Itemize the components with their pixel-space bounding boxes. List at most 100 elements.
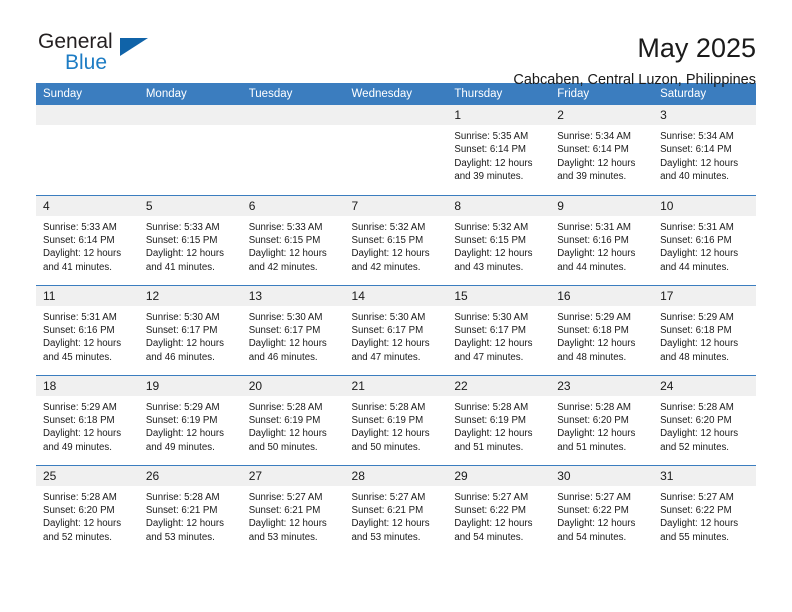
sunset-text: Sunset: 6:22 PM bbox=[660, 504, 732, 516]
day-details: Sunrise: 5:31 AM Sunset: 6:16 PM Daylight:… bbox=[653, 216, 756, 275]
daylight-text-line2: and 51 minutes. bbox=[454, 441, 524, 453]
weekday-header-sunday: Sunday bbox=[36, 83, 139, 105]
calendar-day-cell[interactable]: 4 Sunrise: 5:33 AM Sunset: 6:14 PM Daylight… bbox=[36, 194, 139, 285]
sunrise-text: Sunrise: 5:30 AM bbox=[248, 311, 323, 323]
daylight-text-line2: and 48 minutes. bbox=[660, 351, 729, 363]
daylight-text-line2: and 48 minutes. bbox=[557, 351, 627, 363]
calendar-day-cell[interactable]: 25 Sunrise: 5:28 AM Sunset: 6:20 PM Dayligh… bbox=[36, 464, 139, 555]
sunset-text: Sunset: 6:20 PM bbox=[43, 504, 115, 516]
day-number: 19 bbox=[138, 375, 242, 396]
calendar-day-cell[interactable]: 17 Sunrise: 5:29 AM Sunset: 6:18 PM Dayligh… bbox=[653, 284, 756, 375]
calendar-day-cell[interactable]: 27 Sunrise: 5:27 AM Sunset: 6:21 PM Dayligh… bbox=[241, 464, 345, 555]
calendar-day-cell[interactable]: 21 Sunrise: 5:28 AM Sunset: 6:19 PM Dayligh… bbox=[344, 374, 448, 465]
sunrise-text: Sunrise: 5:27 AM bbox=[351, 491, 426, 503]
calendar-day-cell[interactable]: 31 Sunrise: 5:27 AM Sunset: 6:22 PM Dayligh… bbox=[653, 464, 756, 555]
calendar-day-cell[interactable]: 5 Sunrise: 5:33 AM Sunset: 6:15 PM Daylight… bbox=[138, 194, 242, 285]
daylight-text-line1: Daylight: 12 hours bbox=[660, 248, 739, 260]
calendar-day-cell-empty bbox=[241, 105, 345, 195]
daylight-text-line1: Daylight: 12 hours bbox=[43, 428, 122, 440]
daylight-text-line1: Daylight: 12 hours bbox=[351, 338, 430, 350]
day-details: Sunrise: 5:32 AM Sunset: 6:15 PM Daylight:… bbox=[345, 216, 448, 275]
sunrise-text: Sunrise: 5:27 AM bbox=[557, 491, 631, 503]
day-number: 25 bbox=[36, 465, 139, 486]
day-details: Sunrise: 5:30 AM Sunset: 6:17 PM Daylight:… bbox=[345, 306, 448, 365]
sunset-text: Sunset: 6:20 PM bbox=[557, 414, 629, 426]
day-number: 1 bbox=[447, 105, 551, 125]
calendar-day-cell[interactable]: 28 Sunrise: 5:27 AM Sunset: 6:21 PM Dayligh… bbox=[344, 464, 448, 555]
daylight-text-line1: Daylight: 12 hours bbox=[145, 338, 224, 350]
daylight-text-line2: and 53 minutes. bbox=[248, 531, 318, 543]
weekday-header-wednesday: Wednesday bbox=[344, 83, 448, 105]
sunrise-text: Sunrise: 5:31 AM bbox=[557, 221, 631, 233]
day-details: Sunrise: 5:28 AM Sunset: 6:21 PM Daylight:… bbox=[139, 486, 242, 545]
sunset-text: Sunset: 6:16 PM bbox=[557, 234, 629, 246]
calendar-week-row: 1 Sunrise: 5:35 AM Sunset: 6:14 PM Daylight… bbox=[36, 105, 756, 195]
calendar-day-cell[interactable]: 2 Sunrise: 5:34 AM Sunset: 6:14 PM Daylight… bbox=[550, 105, 654, 195]
day-details: Sunrise: 5:30 AM Sunset: 6:17 PM Daylight:… bbox=[139, 306, 242, 365]
calendar-day-cell[interactable]: 14 Sunrise: 5:30 AM Sunset: 6:17 PM Dayligh… bbox=[344, 284, 448, 375]
calendar-day-cell[interactable]: 6 Sunrise: 5:33 AM Sunset: 6:15 PM Daylight… bbox=[241, 194, 345, 285]
daylight-text-line2: and 54 minutes. bbox=[454, 531, 524, 543]
calendar-day-cell[interactable]: 12 Sunrise: 5:30 AM Sunset: 6:17 PM Dayligh… bbox=[138, 284, 242, 375]
day-number: 10 bbox=[653, 195, 756, 216]
sunrise-text: Sunrise: 5:35 AM bbox=[454, 131, 529, 142]
sunset-text: Sunset: 6:15 PM bbox=[454, 234, 526, 246]
daylight-text-line1: Daylight: 12 hours bbox=[248, 428, 327, 440]
day-number: 29 bbox=[447, 465, 551, 486]
sunset-text: Sunset: 6:21 PM bbox=[145, 504, 218, 516]
page-title: May 2025 bbox=[637, 33, 756, 63]
daylight-text-line1: Daylight: 12 hours bbox=[660, 157, 739, 169]
sunset-text: Sunset: 6:19 PM bbox=[248, 414, 321, 426]
day-number bbox=[36, 105, 139, 125]
calendar-day-cell[interactable]: 9 Sunrise: 5:31 AM Sunset: 6:16 PM Daylight… bbox=[550, 194, 654, 285]
calendar-day-cell[interactable]: 20 Sunrise: 5:28 AM Sunset: 6:19 PM Dayligh… bbox=[241, 374, 345, 465]
calendar-day-cell[interactable]: 3 Sunrise: 5:34 AM Sunset: 6:14 PM Daylight… bbox=[653, 105, 756, 195]
calendar-day-cell[interactable]: 23 Sunrise: 5:28 AM Sunset: 6:20 PM Dayligh… bbox=[550, 374, 654, 465]
calendar-day-cell[interactable]: 1 Sunrise: 5:35 AM Sunset: 6:14 PM Daylight… bbox=[447, 105, 551, 195]
sunrise-text: Sunrise: 5:28 AM bbox=[43, 491, 117, 503]
sunset-text: Sunset: 6:21 PM bbox=[248, 504, 321, 516]
daylight-text-line2: and 39 minutes. bbox=[557, 171, 627, 183]
calendar-day-cell[interactable]: 24 Sunrise: 5:28 AM Sunset: 6:20 PM Dayligh… bbox=[653, 374, 756, 465]
calendar-day-cell[interactable]: 11 Sunrise: 5:31 AM Sunset: 6:16 PM Dayligh… bbox=[36, 284, 139, 375]
day-details: Sunrise: 5:31 AM Sunset: 6:16 PM Daylight:… bbox=[36, 306, 139, 365]
calendar-day-cell[interactable]: 10 Sunrise: 5:31 AM Sunset: 6:16 PM Dayligh… bbox=[653, 194, 756, 285]
calendar-day-cell[interactable]: 18 Sunrise: 5:29 AM Sunset: 6:18 PM Dayligh… bbox=[36, 374, 139, 465]
daylight-text-line2: and 47 minutes. bbox=[351, 351, 421, 363]
day-number: 17 bbox=[653, 285, 756, 306]
page-header: General Blue May 2025 Cabcaben, Central … bbox=[36, 0, 756, 88]
sunset-text: Sunset: 6:18 PM bbox=[43, 414, 115, 426]
calendar-day-cell[interactable]: 16 Sunrise: 5:29 AM Sunset: 6:18 PM Dayligh… bbox=[550, 284, 654, 375]
calendar-day-cell[interactable]: 30 Sunrise: 5:27 AM Sunset: 6:22 PM Dayligh… bbox=[550, 464, 654, 555]
daylight-text-line1: Daylight: 12 hours bbox=[454, 338, 533, 350]
day-details: Sunrise: 5:28 AM Sunset: 6:20 PM Daylight:… bbox=[550, 396, 653, 455]
sunset-text: Sunset: 6:14 PM bbox=[43, 234, 115, 246]
day-number: 30 bbox=[550, 465, 654, 486]
calendar-day-cell[interactable]: 13 Sunrise: 5:30 AM Sunset: 6:17 PM Dayligh… bbox=[241, 284, 345, 375]
sunrise-text: Sunrise: 5:28 AM bbox=[248, 401, 323, 413]
calendar-day-cell[interactable]: 8 Sunrise: 5:32 AM Sunset: 6:15 PM Daylight… bbox=[447, 194, 551, 285]
sunset-text: Sunset: 6:19 PM bbox=[145, 414, 218, 426]
daylight-text-line1: Daylight: 12 hours bbox=[454, 518, 533, 530]
calendar-day-cell[interactable]: 19 Sunrise: 5:29 AM Sunset: 6:19 PM Dayligh… bbox=[138, 374, 242, 465]
daylight-text-line2: and 41 minutes. bbox=[145, 261, 215, 273]
day-number: 24 bbox=[653, 375, 756, 396]
sunset-text: Sunset: 6:15 PM bbox=[145, 234, 218, 246]
calendar-day-cell[interactable]: 15 Sunrise: 5:30 AM Sunset: 6:17 PM Dayligh… bbox=[447, 284, 551, 375]
calendar-day-cell[interactable]: 7 Sunrise: 5:32 AM Sunset: 6:15 PM Daylight… bbox=[344, 194, 448, 285]
daylight-text-line2: and 52 minutes. bbox=[43, 531, 112, 543]
daylight-text-line1: Daylight: 12 hours bbox=[145, 518, 224, 530]
sunrise-text: Sunrise: 5:31 AM bbox=[43, 311, 117, 323]
daylight-text-line1: Daylight: 12 hours bbox=[145, 428, 224, 440]
daylight-text-line2: and 46 minutes. bbox=[248, 351, 318, 363]
calendar-day-cell[interactable]: 26 Sunrise: 5:28 AM Sunset: 6:21 PM Dayligh… bbox=[138, 464, 242, 555]
day-number: 16 bbox=[550, 285, 654, 306]
calendar-day-cell[interactable]: 22 Sunrise: 5:28 AM Sunset: 6:19 PM Dayligh… bbox=[447, 374, 551, 465]
day-details: Sunrise: 5:27 AM Sunset: 6:22 PM Daylight:… bbox=[550, 486, 653, 545]
day-number: 28 bbox=[344, 465, 448, 486]
daylight-text-line2: and 41 minutes. bbox=[43, 261, 112, 273]
daylight-text-line2: and 50 minutes. bbox=[248, 441, 318, 453]
sunset-text: Sunset: 6:22 PM bbox=[557, 504, 629, 516]
day-details: Sunrise: 5:28 AM Sunset: 6:20 PM Daylight:… bbox=[36, 486, 139, 545]
calendar-day-cell[interactable]: 29 Sunrise: 5:27 AM Sunset: 6:22 PM Dayligh… bbox=[447, 464, 551, 555]
